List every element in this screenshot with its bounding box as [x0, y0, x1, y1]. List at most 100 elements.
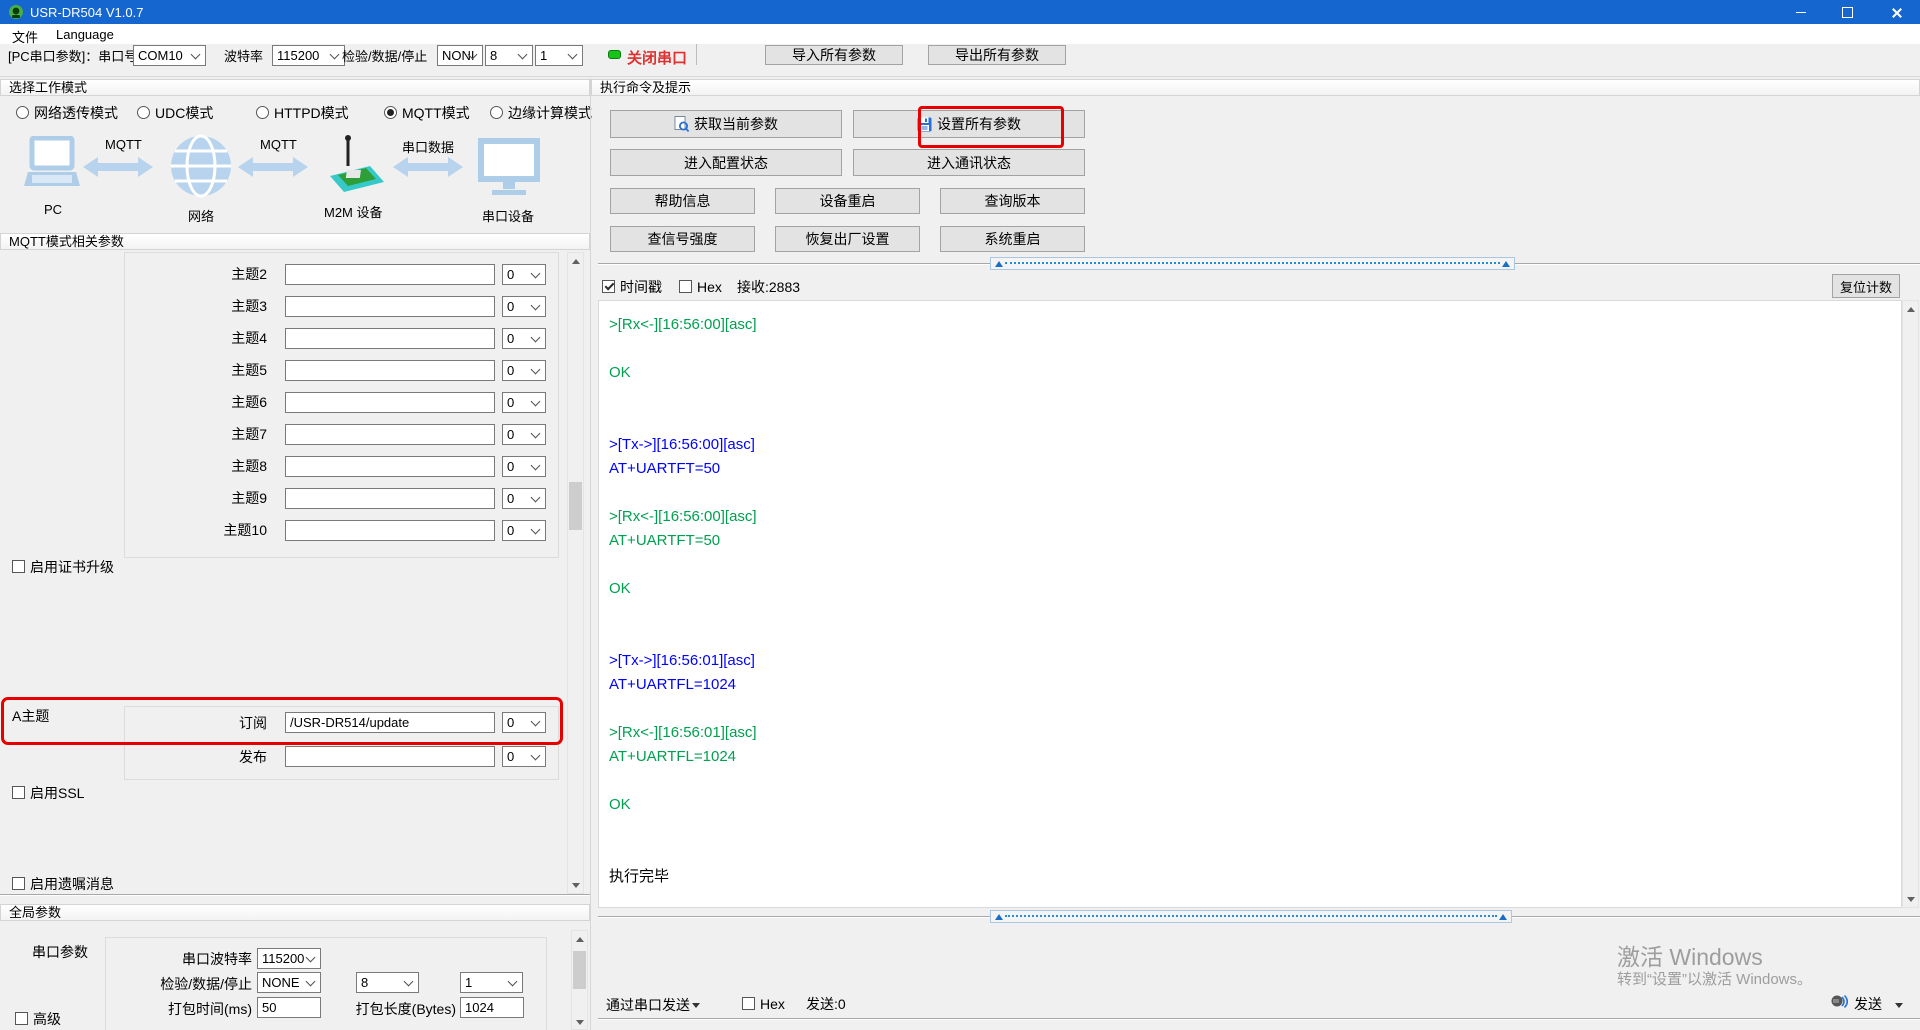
tx-hex-checkbox[interactable] [742, 997, 755, 1010]
log-scrollbar[interactable] [1902, 300, 1919, 908]
radio-udc-mode[interactable] [137, 106, 150, 119]
help-info-button[interactable]: 帮助信息 [610, 188, 755, 214]
scrollbar-thumb[interactable] [573, 951, 586, 989]
radio-mqtt-label[interactable]: MQTT模式 [402, 105, 470, 121]
subscribe-topic-input[interactable] [285, 712, 495, 733]
query-version-button[interactable]: 查询版本 [940, 188, 1085, 214]
qos-value: 0 [507, 299, 514, 314]
will-message-checkbox[interactable] [12, 877, 25, 890]
topic-qos-select[interactable]: 0 [502, 392, 546, 413]
radio-transparent-mode[interactable] [16, 106, 29, 119]
export-params-button[interactable]: 导出所有参数 [928, 45, 1066, 65]
chevron-down-icon [531, 525, 541, 535]
radio-transparent-label[interactable]: 网络透传模式 [34, 105, 118, 121]
global-parity-select[interactable]: NONE [257, 972, 321, 993]
topic-input[interactable] [285, 360, 495, 381]
topic-input[interactable] [285, 296, 495, 317]
topic-qos-select[interactable]: 0 [502, 520, 546, 541]
device-restart-button[interactable]: 设备重启 [775, 188, 920, 214]
toolbar-separator [696, 44, 697, 65]
query-signal-button[interactable]: 查信号强度 [610, 226, 755, 252]
reset-count-button[interactable]: 复位计数 [1832, 274, 1900, 298]
scroll-down-icon[interactable] [568, 877, 583, 893]
publish-topic-input[interactable] [285, 746, 495, 767]
scroll-up-icon[interactable] [572, 931, 587, 947]
chevron-down-icon [531, 333, 541, 343]
log-line: 执行完毕 [599, 865, 1901, 889]
close-button[interactable] [1873, 0, 1920, 24]
radio-httpd-label[interactable]: HTTPD模式 [274, 105, 349, 121]
chevron-down-icon[interactable] [1895, 1003, 1903, 1008]
ssl-checkbox[interactable] [12, 786, 25, 799]
log-top-trackbar[interactable] [990, 257, 1515, 270]
databits-select[interactable]: 8 [485, 45, 533, 66]
cert-upgrade-checkbox[interactable] [12, 560, 25, 573]
radio-edge-label[interactable]: 边缘计算模式 [508, 105, 592, 121]
timestamp-checkbox[interactable] [602, 280, 615, 293]
chevron-down-icon [531, 461, 541, 471]
close-port-button[interactable]: 关闭串口 [627, 47, 687, 68]
maximize-button[interactable] [1824, 0, 1871, 24]
topic-input[interactable] [285, 264, 495, 285]
factory-reset-button[interactable]: 恢复出厂设置 [775, 226, 920, 252]
log-output[interactable]: >[Rx<-][16:56:00][asc] OK >[Tx->][16:56:… [598, 300, 1902, 908]
baud-select[interactable]: 115200 [272, 45, 345, 66]
topic-input[interactable] [285, 456, 495, 477]
topic-qos-select[interactable]: 0 [502, 424, 546, 445]
enter-config-button[interactable]: 进入配置状态 [610, 149, 842, 176]
button-label: 进入通讯状态 [927, 153, 1011, 173]
mqtt-panel-scrollbar[interactable] [567, 252, 584, 894]
databits-value: 8 [490, 48, 497, 63]
publish-qos-select[interactable]: 0 [502, 746, 546, 767]
set-params-button[interactable]: 设置所有参数 [853, 110, 1085, 138]
topic-qos-select[interactable]: 0 [502, 360, 546, 381]
topic-qos-select[interactable]: 0 [502, 456, 546, 477]
com-port-select[interactable]: COM10 [133, 45, 206, 66]
import-params-button[interactable]: 导入所有参数 [765, 45, 903, 65]
rx-hex-checkbox[interactable] [679, 280, 692, 293]
radio-edge-mode[interactable] [490, 106, 503, 119]
topic-input[interactable] [285, 328, 495, 349]
radio-udc-label[interactable]: UDC模式 [155, 105, 213, 121]
topic-qos-select[interactable]: 0 [502, 264, 546, 285]
topic-input[interactable] [285, 392, 495, 413]
chevron-down-icon [330, 50, 340, 60]
scroll-down-icon[interactable] [572, 1014, 587, 1030]
send-button[interactable]: 发送 [1854, 996, 1882, 1012]
topic-input[interactable] [285, 488, 495, 509]
topic-input[interactable] [285, 520, 495, 541]
packlen-input[interactable] [460, 997, 524, 1018]
global-baud-select[interactable]: 115200 [257, 948, 321, 969]
packtime-input[interactable] [257, 997, 321, 1018]
subscribe-qos-select[interactable]: 0 [502, 712, 546, 733]
global-databits-select[interactable]: 8 [356, 972, 419, 993]
topic-label: 主题9 [130, 490, 267, 506]
log-bottom-trackbar[interactable] [990, 910, 1512, 923]
scroll-down-icon[interactable] [1903, 891, 1918, 907]
panel-divider [0, 894, 590, 896]
chevron-down-icon [531, 751, 541, 761]
chevron-down-icon[interactable] [692, 1003, 700, 1008]
get-params-button[interactable]: 获取当前参数 [610, 110, 842, 138]
parity-select[interactable]: NONI [437, 45, 483, 66]
qos-value: 0 [507, 459, 514, 474]
global-stopbits-select[interactable]: 1 [460, 972, 523, 993]
stopbits-select[interactable]: 1 [535, 45, 583, 66]
topic-qos-select[interactable]: 0 [502, 328, 546, 349]
minimize-button[interactable] [1777, 0, 1824, 24]
topic-input[interactable] [285, 424, 495, 445]
enter-comm-button[interactable]: 进入通讯状态 [853, 149, 1085, 176]
radio-mqtt-mode[interactable] [384, 106, 397, 119]
menu-language[interactable]: Language [56, 27, 114, 42]
system-restart-button[interactable]: 系统重启 [940, 226, 1085, 252]
advanced-checkbox[interactable] [15, 1012, 28, 1025]
scrollbar-thumb[interactable] [569, 482, 582, 530]
scroll-up-icon[interactable] [1903, 301, 1918, 317]
menu-file[interactable]: 文件 [12, 27, 38, 46]
scroll-up-icon[interactable] [568, 253, 583, 269]
topic-qos-select[interactable]: 0 [502, 296, 546, 317]
topic-qos-select[interactable]: 0 [502, 488, 546, 509]
radio-httpd-mode[interactable] [256, 106, 269, 119]
send-via-serial-dropdown[interactable]: 通过串口发送 [606, 997, 690, 1013]
global-panel-scrollbar[interactable] [571, 930, 588, 1030]
